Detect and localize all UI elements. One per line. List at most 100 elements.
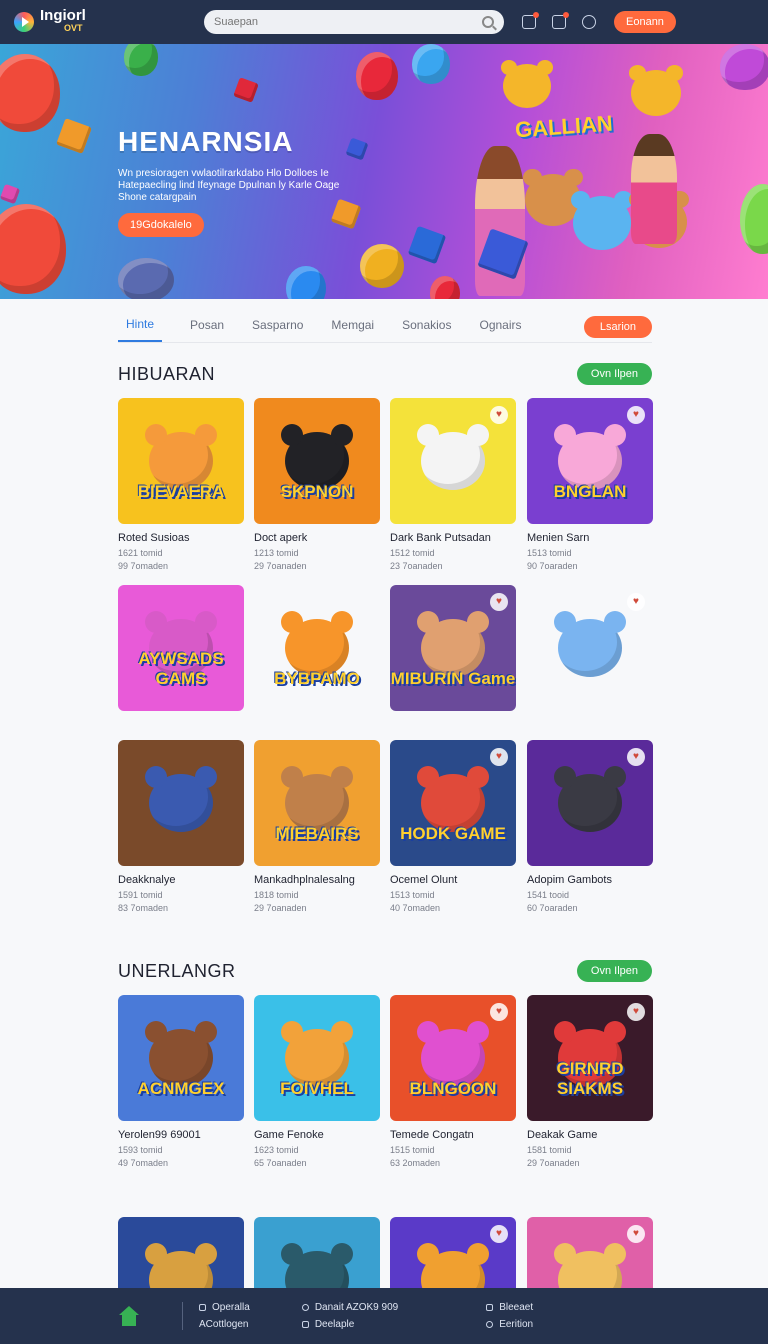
- character-face: [145, 766, 217, 832]
- view-all-button[interactable]: Ovn Ilpen: [576, 363, 652, 385]
- footer-link[interactable]: Bleeaet: [486, 1302, 533, 1313]
- game-card[interactable]: ♥ Adopim Gambots 1541 tooid 60 7oaraden: [527, 740, 653, 915]
- footer-link[interactable]: Danait AZOK9 909: [301, 1302, 398, 1313]
- game-title[interactable]: Yerolen99 69001: [118, 1129, 244, 1141]
- settings-icon[interactable]: [582, 15, 596, 29]
- game-thumbnail[interactable]: ♥: [527, 740, 653, 866]
- balloon-decoration: [124, 44, 158, 76]
- favorite-icon[interactable]: ♥: [627, 1225, 645, 1243]
- game-title[interactable]: Mankadhplnalesalng: [254, 874, 380, 886]
- game-thumbnail[interactable]: ♥: [527, 585, 653, 711]
- game-card[interactable]: ACNMGEX Yerolen99 69001 1593 tomid 49 7omad…: [118, 995, 244, 1170]
- game-thumbnail[interactable]: ♥ BLNGOON: [390, 995, 516, 1121]
- game-plays: 1593 tomid: [118, 1145, 163, 1155]
- game-thumbnail[interactable]: BIEVAERA: [118, 398, 244, 524]
- game-title[interactable]: Ocemel Olunt: [390, 874, 516, 886]
- game-title[interactable]: Roted Susioas: [118, 532, 244, 544]
- game-title[interactable]: Deakknalye: [118, 874, 244, 886]
- hero-cta-button[interactable]: 19Gdokalelo: [118, 213, 204, 237]
- tabs-cta-button[interactable]: Lsarion: [583, 315, 652, 338]
- game-card[interactable]: BYBPAMO: [254, 585, 380, 719]
- game-thumbnail[interactable]: ♥ GIRNRD SIAKMS: [527, 995, 653, 1121]
- tab-ognairs[interactable]: Ognairs: [479, 312, 521, 341]
- bookmark-icon[interactable]: [552, 12, 569, 29]
- footer-link[interactable]: ACottlogen: [199, 1319, 250, 1330]
- game-thumbnail[interactable]: ♥ HODK GAME: [390, 740, 516, 866]
- game-card[interactable]: AYWSADS GAMS: [118, 585, 244, 719]
- game-thumbnail[interactable]: ACNMGEX: [118, 995, 244, 1121]
- favorite-icon[interactable]: ♥: [490, 1225, 508, 1243]
- hero-illustration: GALLIAN: [455, 59, 755, 299]
- game-thumbnail[interactable]: AYWSADS GAMS: [118, 585, 244, 711]
- footer-link[interactable]: Eerition: [486, 1319, 533, 1330]
- game-thumbnail[interactable]: ♥ MIBURIN Game: [390, 585, 516, 711]
- tab-sasparno[interactable]: Sasparno: [252, 312, 303, 341]
- home-icon[interactable]: [118, 1306, 140, 1326]
- favorite-icon[interactable]: ♥: [627, 593, 645, 611]
- chart-icon[interactable]: [522, 12, 539, 29]
- game-plays: 1623 tomid: [254, 1145, 299, 1155]
- game-title[interactable]: Deakak Game: [527, 1129, 653, 1141]
- game-art-title: MIBURIN Game: [390, 669, 516, 688]
- game-thumbnail[interactable]: ♥: [390, 398, 516, 524]
- game-card[interactable]: ♥ HODK GAME Ocemel Olunt 1513 tomid 40 7omad…: [390, 740, 516, 915]
- favorite-icon[interactable]: ♥: [490, 1003, 508, 1021]
- game-title[interactable]: Doct aperk: [254, 532, 380, 544]
- favorite-icon[interactable]: ♥: [627, 406, 645, 424]
- game-title[interactable]: Adopim Gambots: [527, 874, 653, 886]
- brand[interactable]: Ingiorl OVT: [14, 8, 194, 35]
- game-card[interactable]: FOIVHEL Game Fenoke 1623 tomid 65 7oanaden: [254, 995, 380, 1170]
- kid-character: [631, 134, 677, 244]
- game-plays: 1818 tomid: [254, 890, 299, 900]
- bear-character: [570, 190, 634, 250]
- game-plays: 1513 tomid: [390, 890, 435, 900]
- game-card[interactable]: ♥ MIBURIN Game: [390, 585, 516, 719]
- game-title[interactable]: Temede Congatn: [390, 1129, 516, 1141]
- search-box[interactable]: [204, 10, 504, 34]
- search-icon[interactable]: [482, 16, 494, 28]
- game-title[interactable]: Game Fenoke: [254, 1129, 380, 1141]
- header-cta-button[interactable]: Eonann: [614, 11, 676, 33]
- search-input[interactable]: [214, 16, 482, 28]
- favorite-icon[interactable]: ♥: [627, 748, 645, 766]
- link-icon: [199, 1304, 206, 1311]
- game-thumbnail[interactable]: BYBPAMO: [254, 585, 380, 711]
- game-card[interactable]: ♥ GIRNRD SIAKMS Deakak Game 1581 tomid 29 7o…: [527, 995, 653, 1170]
- game-card[interactable]: ♥ BLNGOON Temede Congatn 1515 tomid 63 2omad…: [390, 995, 516, 1170]
- game-card[interactable]: BIEVAERA Roted Susioas 1621 tomid 99 7omade…: [118, 398, 244, 573]
- favorite-icon[interactable]: ♥: [490, 748, 508, 766]
- game-title[interactable]: Menien Sarn: [527, 532, 653, 544]
- game-thumbnail[interactable]: MIEBAIRS: [254, 740, 380, 866]
- game-card[interactable]: ♥ Dark Bank Putsadan 1512 tomid 23 7oanaden: [390, 398, 516, 573]
- game-thumbnail[interactable]: ♥ BNGLAN: [527, 398, 653, 524]
- game-thumbnail[interactable]: FOIVHEL: [254, 995, 380, 1121]
- tab-sonakios[interactable]: Sonakios: [402, 312, 451, 341]
- game-thumbnail[interactable]: SKPNON: [254, 398, 380, 524]
- tab-posan[interactable]: Posan: [190, 312, 224, 341]
- view-all-button[interactable]: Ovn Ilpen: [576, 960, 652, 982]
- character-face: [554, 766, 626, 832]
- footer-link[interactable]: Operalla: [199, 1302, 250, 1313]
- circle-icon: [301, 1304, 309, 1311]
- game-title[interactable]: Dark Bank Putsadan: [390, 532, 516, 544]
- footer-link[interactable]: Deelaple: [301, 1319, 398, 1330]
- game-card[interactable]: SKPNON Doct aperk 1213 tomid 29 7oanaden: [254, 398, 380, 573]
- game-art-title: HODK GAME: [400, 824, 506, 843]
- favorite-icon[interactable]: ♥: [627, 1003, 645, 1021]
- balloon-decoration: [0, 54, 60, 132]
- favorite-icon[interactable]: ♥: [490, 406, 508, 424]
- game-card[interactable]: ♥: [527, 585, 653, 719]
- gem-decoration: [407, 225, 447, 265]
- game-card[interactable]: MIEBAIRS Mankadhplnalesalng 1818 tomid 29 7…: [254, 740, 380, 915]
- tab-home[interactable]: Hinte: [118, 311, 163, 342]
- footer-link-label: Operalla: [212, 1302, 250, 1313]
- game-art-title: ACNMGEX: [137, 1079, 225, 1098]
- cloud-decoration: [118, 258, 174, 299]
- footer-column: Operalla ACottlogen: [199, 1302, 250, 1330]
- game-card[interactable]: Deakknalye 1591 tomid 83 7omaden: [118, 740, 244, 915]
- tab-memgai[interactable]: Memgai: [331, 312, 374, 341]
- game-card[interactable]: ♥ BNGLAN Menien Sarn 1513 tomid 90 7oaraden: [527, 398, 653, 573]
- game-thumbnail[interactable]: [118, 740, 244, 866]
- favorite-icon[interactable]: ♥: [490, 593, 508, 611]
- notification-dot: [533, 12, 539, 18]
